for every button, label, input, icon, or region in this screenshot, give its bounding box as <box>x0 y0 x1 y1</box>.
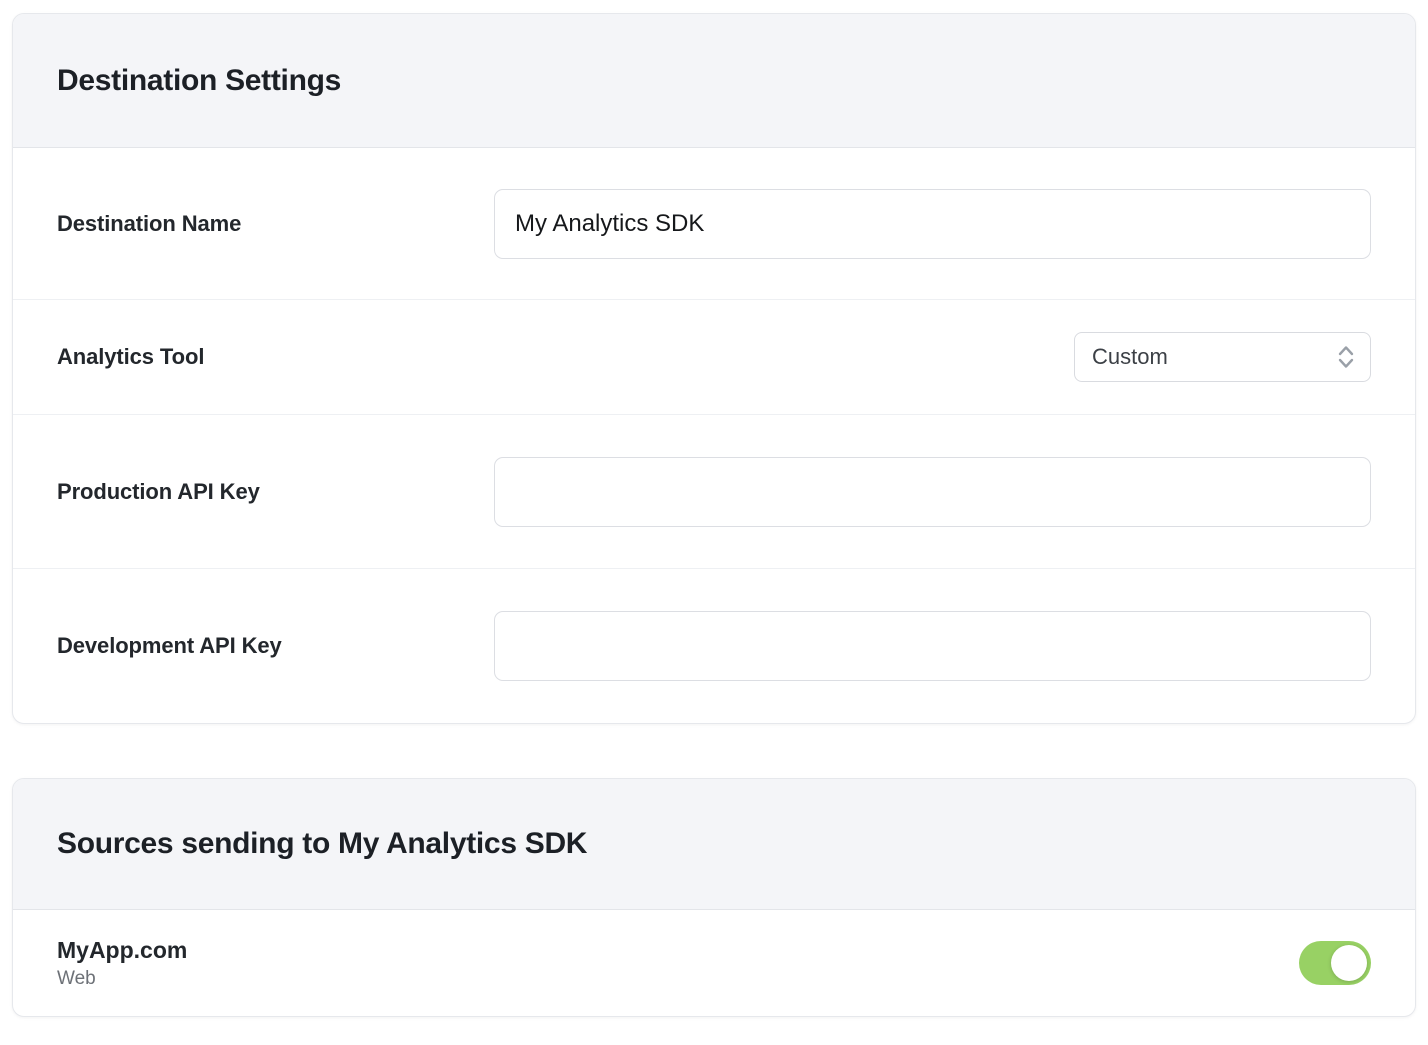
destination-settings-header: Destination Settings <box>13 14 1415 148</box>
source-name: MyApp.com <box>57 937 187 964</box>
source-enabled-toggle[interactable] <box>1299 941 1371 985</box>
form-row-development-api-key: Development API Key <box>13 569 1415 723</box>
development-api-key-label: Development API Key <box>57 633 494 659</box>
toggle-knob <box>1331 945 1367 981</box>
source-row-myapp: MyApp.com Web <box>13 910 1415 1016</box>
form-row-analytics-tool: Analytics Tool Custom <box>13 300 1415 415</box>
analytics-tool-label: Analytics Tool <box>57 344 494 370</box>
analytics-tool-selected-value: Custom <box>1092 344 1168 370</box>
destination-name-input[interactable] <box>494 189 1371 259</box>
chevron-updown-icon <box>1336 344 1356 370</box>
production-api-key-input[interactable] <box>494 457 1371 527</box>
sources-header: Sources sending to My Analytics SDK <box>13 779 1415 910</box>
form-row-production-api-key: Production API Key <box>13 415 1415 569</box>
form-row-destination-name: Destination Name <box>13 148 1415 300</box>
development-api-key-input[interactable] <box>494 611 1371 681</box>
source-meta: MyApp.com Web <box>57 937 187 990</box>
destination-name-label: Destination Name <box>57 211 494 237</box>
sources-card: Sources sending to My Analytics SDK MyAp… <box>12 778 1416 1017</box>
destination-settings-card: Destination Settings Destination Name An… <box>12 13 1416 724</box>
sources-title: Sources sending to My Analytics SDK <box>57 827 587 861</box>
production-api-key-label: Production API Key <box>57 479 494 505</box>
source-type: Web <box>57 968 187 990</box>
analytics-tool-select[interactable]: Custom <box>1074 332 1371 382</box>
destination-settings-title: Destination Settings <box>57 64 341 98</box>
